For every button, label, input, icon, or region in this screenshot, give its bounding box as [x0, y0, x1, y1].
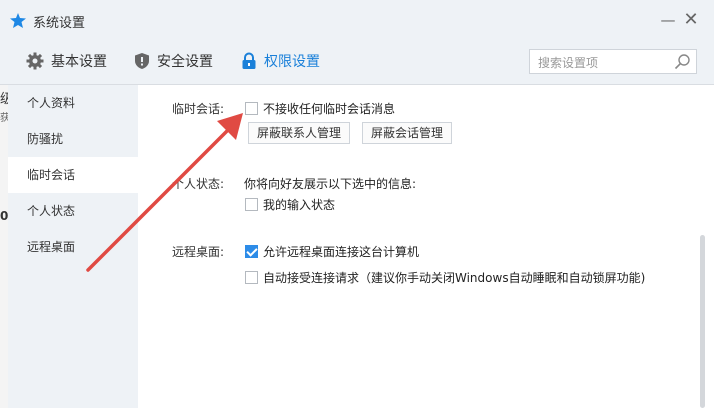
personal-status-hint: 你将向好友展示以下选中的信息:: [244, 177, 417, 191]
blocked-sessions-button[interactable]: 屏蔽会话管理: [362, 122, 453, 144]
settings-window: 系统设置 — ✕ 基本设置 安全设置 权限设置 搜索设置项 级 获 个人资料 防…: [0, 0, 714, 408]
window-title: 系统设置: [33, 16, 86, 31]
checkbox-box-checked[interactable]: [245, 245, 258, 258]
typing-status-label: 我的输入状态: [263, 198, 336, 212]
auto-accept-checkbox[interactable]: 自动接受连接请求（建议你手动关闭Windows自动睡眠和自动锁屏功能): [245, 269, 645, 286]
auto-accept-label: 自动接受连接请求（建议你手动关闭Windows自动睡眠和自动锁屏功能): [263, 271, 646, 285]
search-icon[interactable]: [674, 53, 691, 70]
tab-security-settings[interactable]: 安全设置: [134, 48, 213, 74]
search-input[interactable]: [536, 51, 675, 74]
gear-icon: [26, 52, 44, 70]
sidebar-item-profile[interactable]: 个人资料: [8, 85, 138, 121]
sidebar-item-temp-session[interactable]: 临时会话: [8, 157, 138, 193]
title-bar: 系统设置 — ✕: [0, 0, 714, 40]
allow-remote-desktop-label: 允许远程桌面连接这台计算机: [263, 245, 420, 259]
background-window-strip: 级 获 01: [0, 85, 17, 408]
close-button[interactable]: ✕: [681, 10, 701, 30]
temp-session-label: 临时会话:: [172, 102, 225, 116]
tab-basic-settings[interactable]: 基本设置: [26, 48, 107, 74]
personal-status-label: 个人状态:: [172, 177, 225, 191]
reject-temp-session-checkbox[interactable]: 不接收任何临时会话消息: [245, 100, 395, 117]
checkbox-box[interactable]: [245, 198, 258, 211]
settings-search[interactable]: [529, 49, 697, 74]
lock-icon: [242, 52, 256, 69]
blocked-contacts-button[interactable]: 屏蔽联系人管理: [248, 122, 351, 144]
shield-icon: [135, 53, 149, 69]
settings-sidebar: 个人资料 防骚扰 临时会话 个人状态 远程桌面: [8, 85, 138, 408]
tab-permission-settings[interactable]: 权限设置: [241, 48, 320, 74]
typing-status-checkbox[interactable]: 我的输入状态: [245, 196, 335, 213]
tab-basic-label: 基本设置: [51, 54, 107, 70]
tab-security-label: 安全设置: [157, 54, 213, 70]
checkbox-box[interactable]: [245, 102, 258, 115]
checkbox-box[interactable]: [245, 271, 258, 284]
content-scrollbar[interactable]: [700, 235, 705, 408]
sidebar-item-remote-desktop[interactable]: 远程桌面: [8, 229, 138, 265]
sidebar-item-anti-harassment[interactable]: 防骚扰: [8, 121, 138, 157]
app-logo-icon: [10, 13, 26, 28]
settings-toolbar: 基本设置 安全设置 权限设置: [0, 40, 714, 85]
remote-desktop-label: 远程桌面:: [172, 245, 225, 259]
sidebar-item-personal-status[interactable]: 个人状态: [8, 193, 138, 229]
minimize-button[interactable]: —: [658, 10, 678, 30]
tab-permission-label: 权限设置: [264, 54, 320, 70]
reject-temp-session-label: 不接收任何临时会话消息: [263, 102, 396, 116]
settings-content: 临时会话: 不接收任何临时会话消息 屏蔽联系人管理 屏蔽会话管理 个人状态: 你…: [138, 85, 714, 408]
allow-remote-desktop-checkbox[interactable]: 允许远程桌面连接这台计算机: [245, 243, 419, 260]
